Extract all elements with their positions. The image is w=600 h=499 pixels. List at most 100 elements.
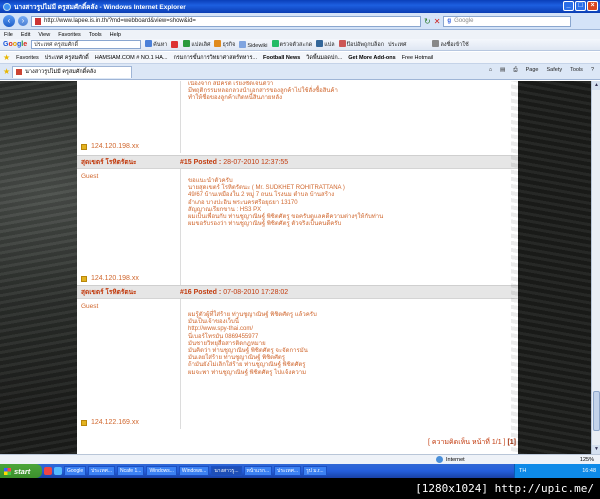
post-body: เนื่องจาก สมัครดี เรียงชัดเจนดีว่า มีพฤต… — [188, 81, 338, 102]
forward-button[interactable]: › — [18, 16, 28, 26]
favicon-icon — [16, 69, 23, 75]
window-controls: _ □ × — [563, 1, 598, 11]
favorite-link[interactable]: Football News — [263, 55, 300, 61]
favorite-link[interactable]: ประเทศ ครูสมศักดิ์ — [45, 54, 89, 62]
favorite-link[interactable]: Get More Add-ons — [348, 55, 395, 61]
favorites-label[interactable]: Favorites — [16, 55, 39, 61]
toolbar-spellcheck[interactable]: ตรวจตัวสะกด — [271, 40, 312, 49]
search-placeholder: Google — [454, 18, 474, 24]
taskbar-button[interactable]: Ncafe 1... — [117, 466, 145, 476]
scroll-up-icon[interactable]: ▲ — [592, 81, 600, 90]
post-date: 28-07-2010 12:37:55 — [223, 158, 289, 166]
pagination-label: [ ความคิดเห็น หน้าที่ 1/1 ] — [427, 439, 506, 446]
popup-blocker-icon — [338, 40, 346, 47]
wrench-icon — [432, 40, 440, 47]
status-bar: Internet 125% — [0, 454, 600, 464]
home-icon[interactable]: ⌂ — [489, 67, 492, 74]
toolbar-item[interactable]: ธุรกิจ — [214, 40, 235, 49]
post-role: Guest — [81, 303, 99, 310]
sidewiki-icon — [239, 40, 247, 48]
print-icon[interactable]: ⎙ — [513, 67, 517, 74]
tools-menu[interactable]: Tools — [570, 67, 583, 74]
taskbar-button[interactable]: รูป ม.r... — [303, 466, 327, 476]
post-header: สุดเขตร์ โรหิตรัตนะ #16 Posted : 07-08-2… — [77, 286, 518, 299]
page-link-1[interactable]: [1] — [507, 439, 516, 446]
taskbar-button[interactable]: ประเทศ... — [88, 466, 116, 476]
address-row: ‹ › http://www.lapee.is.in.th/?md=webboa… — [0, 13, 600, 30]
taskbar-button[interactable]: นางสาวรู... — [211, 466, 242, 476]
language-indicator[interactable]: TH — [519, 468, 526, 474]
menu-file[interactable]: File — [4, 32, 13, 38]
toolbar-signin[interactable]: ลงชื่อเข้าใช้ — [432, 40, 469, 49]
post-body: ขอแนะนำตัวครับ นายสุดเขตร์ โรหิตรัตนะ ( … — [188, 178, 384, 228]
post-author[interactable]: สุดเขตร์ โรหิตรัตนะ — [77, 157, 180, 167]
taskbar-button[interactable]: Google — [64, 466, 87, 476]
minimize-button[interactable]: _ — [563, 1, 574, 11]
post-number: #15 Posted : 28-07-2010 12:37:55 — [180, 158, 289, 166]
ip-icon — [81, 275, 87, 282]
google-toolbar-search[interactable]: ประเทศ ครูสมศักดิ์ — [31, 40, 142, 49]
scroll-down-icon[interactable]: ▼ — [592, 445, 600, 454]
post-author[interactable]: สุดเขตร์ โรหิตรัตนะ — [77, 287, 180, 297]
safety-menu[interactable]: Safety — [547, 67, 563, 74]
ip-icon — [81, 419, 87, 426]
favorite-link[interactable]: วิดพื้นมอดปก... — [306, 54, 342, 62]
toolbar-translate[interactable]: แปล — [316, 40, 335, 49]
stop-icon[interactable]: ✕ — [434, 17, 441, 26]
quicklaunch-icon[interactable] — [44, 467, 52, 475]
page-icon — [35, 17, 41, 25]
post-16: สุดเขตร์ โรหิตรัตนะ #16 Posted : 07-08-2… — [77, 285, 518, 430]
scroll-thumb[interactable] — [593, 391, 600, 431]
menu-tools[interactable]: Tools — [89, 32, 102, 38]
close-button[interactable]: × — [587, 1, 598, 11]
search-box[interactable]: g Google — [443, 15, 572, 27]
command-bar: ⌂ ▤ ⎙ Page Safety Tools ? — [489, 67, 594, 74]
feeds-icon[interactable]: ▤ — [500, 67, 505, 74]
favorite-link[interactable]: Free Hotmail — [402, 55, 433, 61]
zoom-level[interactable]: 125% — [580, 457, 594, 463]
toolbar-search-button[interactable]: ค้นหา — [145, 40, 167, 49]
menu-help[interactable]: Help — [110, 32, 121, 38]
menu-view[interactable]: View — [38, 32, 50, 38]
toolbar-region[interactable]: ประเทศ — [388, 41, 406, 49]
quicklaunch-icon[interactable] — [54, 467, 62, 475]
toolbar-item[interactable] — [171, 40, 179, 49]
page-menu[interactable]: Page — [526, 67, 539, 74]
menu-bar: File Edit View Favorites Tools Help — [0, 30, 600, 39]
menu-favorites[interactable]: Favorites — [58, 32, 81, 38]
favorite-link[interactable]: HAMSIAM.COM # NO.1 HA... — [95, 55, 168, 61]
toolbar-popup-blocker[interactable]: ป๊อปอัพถูกบล็อก — [338, 40, 384, 49]
webboard-panel: 124.120.198.xx เนื่องจาก สมัครดี เรียงชั… — [77, 81, 518, 454]
google-g-icon: g — [447, 18, 452, 24]
bookmark-icon — [171, 40, 179, 48]
back-button[interactable]: ‹ — [3, 15, 15, 27]
taskbar-button[interactable]: ประเทศ... — [274, 466, 302, 476]
post-role: Guest — [81, 173, 99, 180]
clock: 16:48 — [582, 468, 596, 474]
spellcheck-icon — [271, 40, 279, 47]
post-body: ผมรู้ตัวผู้ที่ใส่ร้าย ท่านชูญาณิษฐ์ พิชิ… — [181, 299, 518, 429]
window-title: นางสาวรูปไม่มี ครูสมศักดิ์คลัง - Windows… — [14, 3, 186, 11]
windows-flag-icon — [4, 467, 11, 475]
maximize-button[interactable]: □ — [575, 1, 586, 11]
post-ip: 124.122.169.xx — [81, 419, 139, 426]
share-icon — [214, 40, 222, 47]
help-icon[interactable]: ? — [591, 67, 594, 74]
tab-current[interactable]: นางสาวรูปไม่มี ครูสมศักดิ์คลัง — [12, 65, 133, 78]
taskbar-button[interactable]: Windows... — [178, 466, 210, 476]
taskbar-button[interactable]: หน้าแรก... — [243, 466, 273, 476]
address-bar[interactable]: http://www.lapee.is.in.th/?md=webboard&v… — [31, 15, 421, 27]
favorites-star-icon[interactable]: ★ — [3, 53, 10, 62]
toolbar-sidewiki[interactable]: Sidewiki — [239, 40, 268, 49]
post-date: 07-08-2010 17:28:02 — [223, 288, 289, 296]
post-link[interactable]: http://www.spy-thai.com/ — [188, 326, 518, 333]
page-content: 124.120.198.xx เนื่องจาก สมัครดี เรียงชั… — [0, 81, 591, 454]
menu-edit[interactable]: Edit — [21, 32, 30, 38]
start-button[interactable]: start — [0, 464, 42, 478]
vertical-scrollbar[interactable]: ▲ ▼ — [591, 81, 600, 454]
refresh-icon[interactable]: ↻ — [424, 17, 431, 26]
favorites-center-icon[interactable]: ★ — [3, 67, 10, 76]
toolbar-item[interactable]: แปลเลิศ — [183, 40, 210, 49]
favorite-link[interactable]: กรมการขั้นการวิทยาศาสตร์ทหาร... — [173, 54, 257, 62]
taskbar-button[interactable]: Windows... — [146, 466, 177, 476]
